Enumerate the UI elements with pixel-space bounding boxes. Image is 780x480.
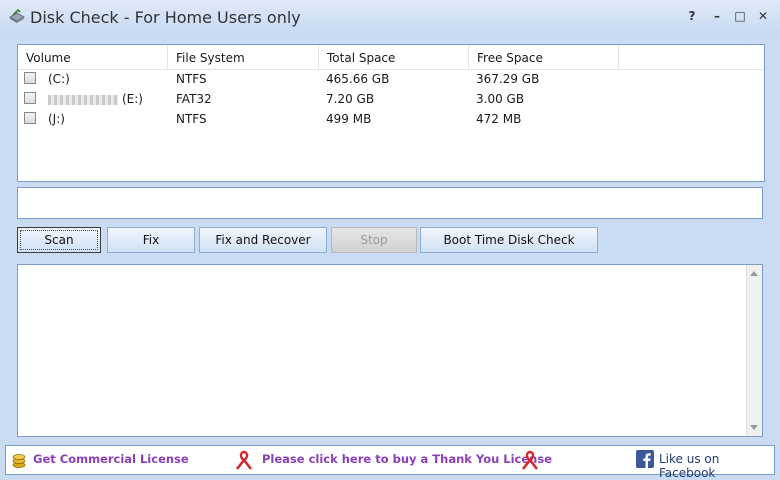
column-total-space[interactable]: Total Space <box>319 45 469 69</box>
drive-file-system: NTFS <box>176 112 207 126</box>
drive-checkbox[interactable] <box>24 92 36 104</box>
obscured-label <box>48 94 118 105</box>
thank-you-license-link[interactable]: Please click here to buy a Thank You Lic… <box>262 452 552 466</box>
drive-free-space: 3.00 GB <box>476 92 525 106</box>
drive-row[interactable]: (C:) NTFS 465.66 GB 367.29 GB <box>18 69 764 89</box>
fix-and-recover-button[interactable]: Fix and Recover <box>199 227 327 253</box>
drive-row[interactable]: (J:) NTFS 499 MB 472 MB <box>18 109 764 129</box>
fix-button[interactable]: Fix <box>107 227 195 253</box>
drive-file-system: NTFS <box>176 72 207 86</box>
drive-volume: (C:) <box>48 72 70 86</box>
footer-bar: Get Commercial License Please click here… <box>5 445 775 480</box>
drive-list[interactable]: Volume File System Total Space Free Spac… <box>17 44 765 182</box>
column-file-system[interactable]: File System <box>168 45 319 69</box>
drive-list-header: Volume File System Total Space Free Spac… <box>18 45 764 70</box>
log-output[interactable] <box>17 264 763 437</box>
drive-total-space: 499 MB <box>326 112 372 126</box>
title-bar: Disk Check - For Home Users only ? – □ ✕ <box>0 0 780 34</box>
drive-total-space: 465.66 GB <box>326 72 390 86</box>
help-button[interactable]: ? <box>683 8 701 24</box>
drive-file-system: FAT32 <box>176 92 212 106</box>
drive-volume: (E:) <box>122 92 143 106</box>
drive-volume: (J:) <box>48 112 65 126</box>
drive-free-space: 472 MB <box>476 112 522 126</box>
maximize-button[interactable]: □ <box>731 8 749 24</box>
drive-checkbox[interactable] <box>24 112 36 124</box>
disk-check-icon <box>9 8 25 23</box>
column-volume[interactable]: Volume <box>18 45 168 69</box>
drive-volume-wrapper: (E:) <box>48 89 143 109</box>
scroll-down-icon[interactable] <box>750 425 758 430</box>
scan-button[interactable]: Scan <box>17 227 101 253</box>
drive-free-space: 367.29 GB <box>476 72 540 86</box>
close-button[interactable]: ✕ <box>754 8 772 24</box>
minimize-button[interactable]: – <box>708 8 726 24</box>
drive-checkbox[interactable] <box>24 72 36 84</box>
drive-row[interactable]: (E:) FAT32 7.20 GB 3.00 GB <box>18 89 764 109</box>
path-field[interactable] <box>17 187 763 219</box>
boot-time-disk-check-button[interactable]: Boot Time Disk Check <box>420 227 598 253</box>
stop-button[interactable]: Stop <box>331 227 417 253</box>
coins-icon <box>12 454 26 468</box>
red-ribbon-icon <box>235 450 253 470</box>
column-free-space[interactable]: Free Space <box>469 45 619 69</box>
facebook-icon[interactable] <box>636 450 654 468</box>
commercial-license-link[interactable]: Get Commercial License <box>33 452 189 466</box>
red-ribbon-icon <box>521 450 539 470</box>
drive-total-space: 7.20 GB <box>326 92 375 106</box>
facebook-link[interactable]: Like us on Facebook <box>659 452 774 480</box>
scroll-up-icon[interactable] <box>750 271 758 276</box>
log-scrollbar[interactable] <box>746 265 762 436</box>
window-title: Disk Check - For Home Users only <box>30 8 301 27</box>
